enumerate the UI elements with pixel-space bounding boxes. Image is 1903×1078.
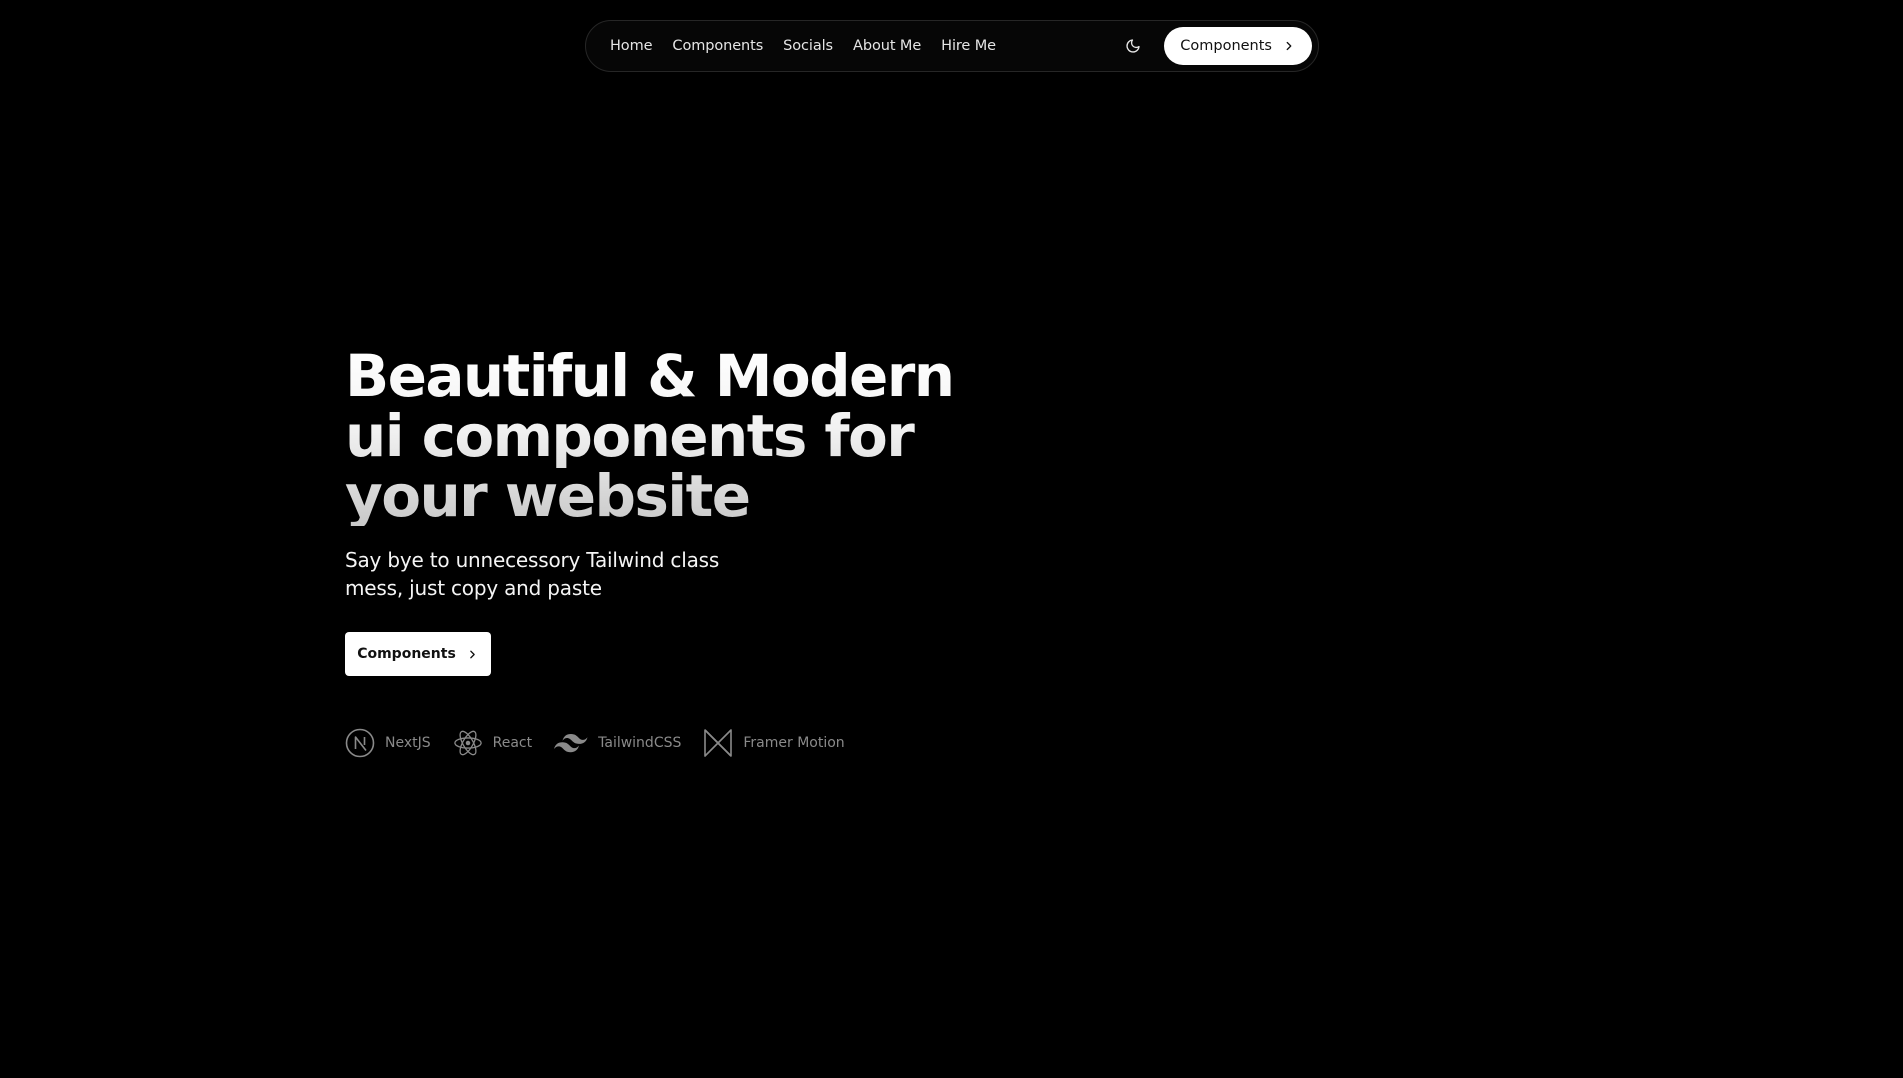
page: Home Components Socials About Me Hire Me… xyxy=(0,0,1903,1078)
tech-label: NextJS xyxy=(385,735,431,751)
hero-subtitle: Say bye to unnecessory Tailwind class me… xyxy=(345,546,953,602)
nav-components-button[interactable]: Components xyxy=(1164,27,1312,65)
top-navbar: Home Components Socials About Me Hire Me… xyxy=(585,20,1319,72)
nav-components-button-label: Components xyxy=(1180,38,1272,54)
react-icon xyxy=(453,728,483,758)
hero-section: Beautiful & Modern ui components for you… xyxy=(345,346,953,758)
nav-links: Home Components Socials About Me Hire Me xyxy=(610,38,996,54)
framer-motion-icon xyxy=(703,728,733,758)
nextjs-icon xyxy=(345,728,375,758)
tech-label: React xyxy=(492,735,533,751)
tech-item-nextjs: NextJS xyxy=(345,728,431,758)
hero-components-button[interactable]: Components xyxy=(345,632,491,676)
hero-title-line: your website xyxy=(345,462,750,530)
tech-label: Framer Motion xyxy=(743,735,845,751)
tech-label: TailwindCSS xyxy=(598,735,682,751)
chevron-right-icon xyxy=(1286,41,1292,51)
hero-subtitle-line: mess, just copy and paste xyxy=(345,576,602,600)
theme-toggle-button[interactable] xyxy=(1116,29,1150,63)
nav-link-socials[interactable]: Socials xyxy=(783,38,833,54)
hero-title-line: Beautiful & Modern xyxy=(345,342,954,410)
tech-item-framer-motion: Framer Motion xyxy=(703,728,845,758)
chevron-right-icon xyxy=(470,650,475,658)
nav-actions: Components xyxy=(1116,27,1312,65)
tech-stack-list: NextJS React TailwindCSS Framer Motion xyxy=(345,728,953,758)
nav-link-home[interactable]: Home xyxy=(610,38,653,54)
tech-item-tailwindcss: TailwindCSS xyxy=(554,728,681,758)
hero-title-line: ui components for xyxy=(345,402,914,470)
nav-link-about-me[interactable]: About Me xyxy=(853,38,921,54)
nav-link-components[interactable]: Components xyxy=(672,38,763,54)
tech-item-react: React xyxy=(453,728,532,758)
hero-subtitle-line: Say bye to unnecessory Tailwind class xyxy=(345,548,720,572)
moon-icon xyxy=(1126,39,1140,53)
tailwind-icon xyxy=(554,728,588,758)
nav-link-hire-me[interactable]: Hire Me xyxy=(941,38,996,54)
hero-components-button-label: Components xyxy=(357,646,456,662)
hero-title: Beautiful & Modern ui components for you… xyxy=(345,346,953,526)
